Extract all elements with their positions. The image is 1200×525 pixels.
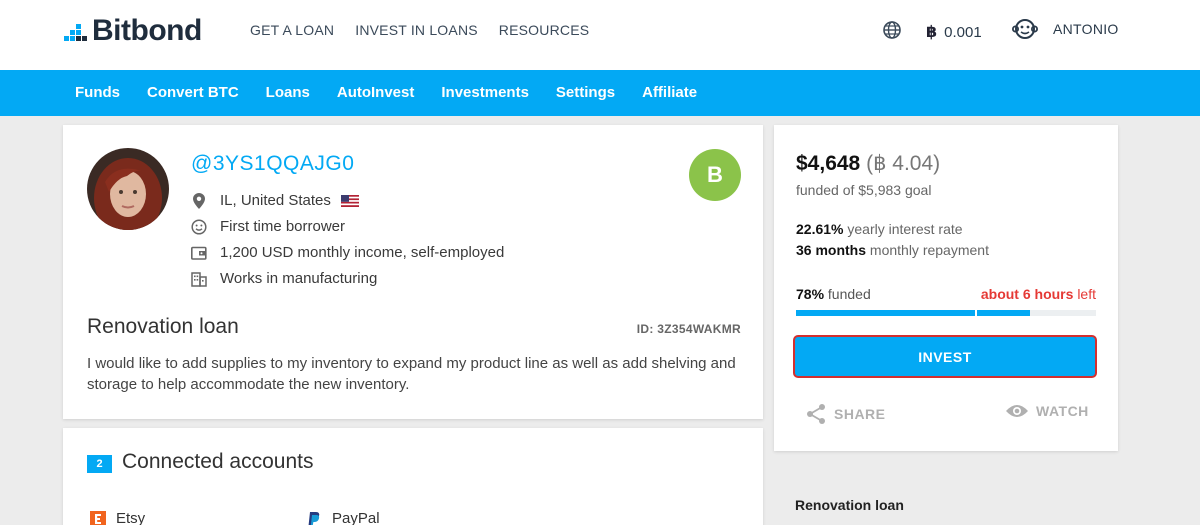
funding-goal: funded of $5,983 goal — [796, 182, 932, 198]
smiley-icon — [191, 218, 207, 235]
time-left: about 6 hours left — [981, 286, 1096, 302]
funded-percentage-value: 78% — [796, 286, 825, 302]
subnav-convert-btc[interactable]: Convert BTC — [147, 84, 239, 101]
funded-usd: $4,648 — [796, 152, 861, 175]
subnav-autoinvest[interactable]: AutoInvest — [337, 84, 415, 101]
eye-icon — [1006, 405, 1028, 417]
nav-get-a-loan[interactable]: GET A LOAN — [250, 22, 334, 38]
funded-btc-wrapper: (฿ 4.04) — [866, 152, 941, 175]
bitcoin-icon: ฿ — [926, 24, 938, 41]
borrower-handle[interactable]: @3YS1QQAJG0 — [191, 152, 354, 176]
funded-btc-symbol: ฿ — [873, 152, 887, 175]
top-nav: GET A LOAN INVEST IN LOANS RESOURCES — [250, 22, 589, 38]
loan-term-value: 36 months — [796, 242, 867, 258]
location-row: IL, United States — [191, 192, 359, 209]
account-etsy[interactable]: Etsy — [90, 510, 145, 525]
nav-resources[interactable]: RESOURCES — [499, 22, 589, 38]
subnav-affiliate[interactable]: Affiliate — [642, 84, 697, 101]
subnav-loans[interactable]: Loans — [266, 84, 310, 101]
invest-button[interactable]: INVEST — [793, 335, 1097, 378]
paypal-icon — [308, 511, 320, 525]
funding-progress-bar — [796, 310, 1096, 316]
loan-id: ID: 3Z354WAKMR — [636, 322, 741, 336]
interest-rate-value: 22.61% — [796, 221, 844, 237]
borrower-status-row: First time borrower — [191, 218, 345, 235]
funded-amount: $4,648 (฿ 4.04) — [796, 151, 940, 176]
location-pin-icon — [191, 192, 207, 209]
nav-invest-in-loans[interactable]: INVEST IN LOANS — [355, 22, 478, 38]
borrower-profile-card: @3YS1QQAJG0 B IL, United States First ti… — [63, 125, 763, 419]
username: ANTONIO — [1053, 21, 1119, 37]
funding-progress-fill — [796, 310, 1030, 316]
credit-grade-badge: B — [689, 149, 741, 201]
brand-name: Bitbond — [92, 14, 202, 47]
invest-summary-card: $4,648 (฿ 4.04) funded of $5,983 goal 22… — [774, 125, 1118, 451]
subnav-funds[interactable]: Funds — [75, 84, 120, 101]
subnav-settings[interactable]: Settings — [556, 84, 615, 101]
share-icon — [807, 404, 825, 424]
funded-percentage: 78% funded — [796, 286, 871, 302]
top-header: Bitbond GET A LOAN INVEST IN LOANS RESOU… — [0, 0, 1200, 70]
industry-text: Works in manufacturing — [220, 270, 378, 287]
bitbond-logo[interactable]: Bitbond — [64, 14, 202, 48]
building-icon — [191, 271, 207, 287]
account-nav: Funds Convert BTC Loans AutoInvest Inves… — [0, 70, 1200, 116]
bitbond-logo-icon — [64, 24, 87, 41]
watch-label: WATCH — [1036, 403, 1089, 419]
watch-button[interactable]: WATCH — [1005, 403, 1089, 419]
accounts-count-badge: 2 — [87, 455, 112, 473]
accounts-title: Connected accounts — [122, 450, 314, 473]
globe-icon[interactable] — [882, 20, 902, 40]
time-left-value: about 6 hours — [980, 286, 1074, 302]
user-menu[interactable]: ANTONIO — [1012, 16, 1119, 42]
industry-row: Works in manufacturing — [191, 270, 377, 287]
subnav-investments[interactable]: Investments — [441, 84, 529, 101]
share-button[interactable]: SHARE — [805, 403, 886, 425]
progress-marker — [975, 310, 977, 316]
loan-term-label: monthly repayment — [869, 242, 989, 258]
income-text: 1,200 USD monthly income, self-employed — [220, 244, 505, 261]
funded-percentage-label: funded — [827, 286, 871, 302]
borrower-status-text: First time borrower — [220, 218, 346, 235]
us-flag-icon — [340, 194, 359, 207]
btc-balance[interactable]: ฿ 0.001 — [926, 22, 982, 42]
borrower-avatar — [87, 148, 169, 230]
btc-balance-value: 0.001 — [944, 23, 982, 41]
sidebar-loan-heading: Renovation loan — [795, 497, 904, 513]
interest-rate: 22.61% yearly interest rate — [796, 221, 963, 237]
account-paypal[interactable]: PayPal — [306, 510, 380, 525]
funded-btc: 4.04 — [892, 152, 934, 175]
etsy-icon — [90, 510, 106, 525]
account-paypal-label: PayPal — [332, 510, 380, 525]
income-row: 1,200 USD monthly income, self-employed — [191, 244, 504, 261]
share-label: SHARE — [834, 406, 886, 422]
interest-rate-label: yearly interest rate — [847, 221, 963, 237]
time-left-label: left — [1077, 286, 1096, 302]
location-text: IL, United States — [220, 192, 331, 209]
account-etsy-label: Etsy — [116, 510, 146, 525]
connected-accounts-card: 2 Connected accounts Etsy PayPal — [63, 428, 763, 525]
loan-term: 36 months monthly repayment — [796, 242, 989, 258]
monkey-avatar-icon — [1012, 19, 1038, 39]
wallet-icon — [191, 245, 207, 261]
loan-title: Renovation loan — [87, 315, 239, 338]
loan-description: I would like to add supplies to my inven… — [87, 355, 736, 393]
